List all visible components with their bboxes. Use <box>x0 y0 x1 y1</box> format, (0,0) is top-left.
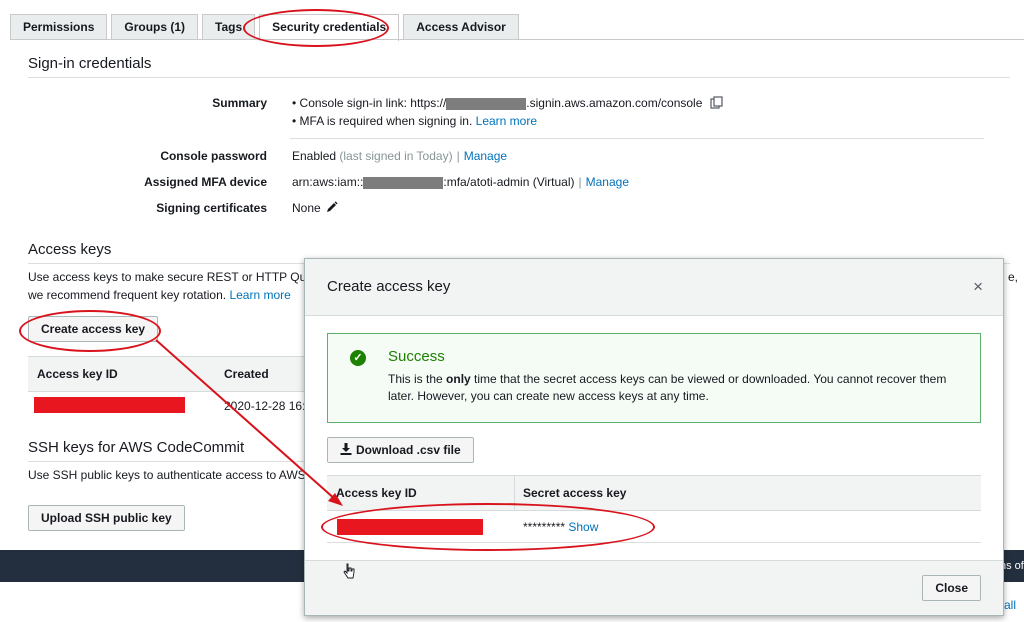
dialog-title: Create access key <box>327 278 451 295</box>
ssh-keys-divider <box>28 461 304 462</box>
mfa-device-value: arn:aws:iam:::mfa/atoti-admin (Virtual) |… <box>292 175 629 189</box>
pencil-icon[interactable] <box>326 201 338 216</box>
column-divider <box>514 476 515 510</box>
alert-text-before: This is the <box>388 372 447 386</box>
separator: | <box>578 175 582 189</box>
alert-text: This is the only time that the secret ac… <box>388 371 958 405</box>
create-access-key-button[interactable]: Create access key <box>28 316 159 342</box>
table-row-divider <box>327 542 981 543</box>
col-new-access-key-id: Access key ID <box>336 486 417 500</box>
signing-certificates-label: Signing certificates <box>156 201 267 215</box>
separator: | <box>456 149 460 163</box>
summary-divider <box>290 138 984 139</box>
alert-text-after: time that the secret access keys can be … <box>388 372 947 403</box>
tab-groups[interactable]: Groups (1) <box>111 14 199 40</box>
download-icon <box>340 439 352 463</box>
console-password-status: Enabled <box>292 149 337 163</box>
access-keys-learn-more-link[interactable]: Learn more <box>229 288 290 302</box>
mfa-arn-suffix: :mfa/atoti-admin (Virtual) <box>443 175 575 189</box>
tab-bar: Permissions Groups (1) Tags Security cre… <box>10 14 523 41</box>
access-keys-title: Access keys <box>28 241 112 258</box>
redacted-account-id <box>446 98 527 110</box>
close-button[interactable]: Close <box>922 575 981 601</box>
mfa-note-item: • MFA is required when signing in. Learn… <box>292 114 537 128</box>
create-access-key-dialog: Create access key × ✓ Success This is th… <box>304 258 1004 616</box>
access-key-created-value: 2020-12-28 16: <box>224 399 306 413</box>
secret-key-mask: ********* <box>523 520 566 534</box>
signin-section-title: Sign-in credentials <box>28 55 152 72</box>
ssh-keys-desc: Use SSH public keys to authenticate acce… <box>28 468 306 482</box>
alert-title: Success <box>388 348 445 365</box>
console-password-label: Console password <box>160 149 267 163</box>
download-label: Download .csv file <box>356 443 461 457</box>
bottom-tail-link[interactable]: all <box>1004 598 1016 612</box>
rotation-note: we recommend frequent key rotation. <box>28 288 227 302</box>
close-icon[interactable]: × <box>973 277 983 297</box>
col-created: Created <box>224 367 269 381</box>
success-alert: ✓ Success This is the only time that the… <box>327 333 981 423</box>
bullet: • <box>292 114 300 128</box>
secret-key-cell: ********* Show <box>523 520 598 534</box>
show-secret-link[interactable]: Show <box>568 520 598 534</box>
tab-tags[interactable]: Tags <box>202 14 256 40</box>
redacted-new-access-key-id <box>337 519 483 535</box>
signin-learn-more-link[interactable]: Learn more <box>476 114 537 128</box>
col-access-key-id: Access key ID <box>37 367 118 381</box>
access-keys-table-header: Access key ID Created <box>28 356 308 392</box>
access-keys-desc-2: we recommend frequent key rotation. Lear… <box>28 288 291 302</box>
console-link-suffix: .signin.aws.amazon.com/console <box>526 96 703 111</box>
redacted-access-key-id <box>34 397 185 413</box>
access-keys-desc-tail: e, <box>1008 270 1019 284</box>
tab-security-credentials[interactable]: Security credentials <box>259 14 400 41</box>
access-keys-desc-1: Use access keys to make secure REST or H… <box>28 270 313 284</box>
new-key-table-header: Access key ID Secret access key <box>327 475 981 511</box>
tab-permissions[interactable]: Permissions <box>10 14 108 40</box>
mouse-cursor-icon <box>343 563 355 582</box>
dialog-header: Create access key × <box>305 259 1003 316</box>
signing-certificates-none: None <box>292 201 321 215</box>
copy-icon[interactable] <box>710 96 724 112</box>
ssh-keys-title: SSH keys for AWS CodeCommit <box>28 439 245 456</box>
mfa-device-label: Assigned MFA device <box>144 175 267 189</box>
console-link-item: • Console sign-in link: https:// .signin.… <box>292 96 724 112</box>
console-link-prefix: Console sign-in link: https:// <box>299 96 447 111</box>
bullet: • <box>292 96 300 111</box>
check-circle-icon: ✓ <box>350 350 366 366</box>
manage-password-link[interactable]: Manage <box>464 149 507 163</box>
redacted-account-id <box>363 176 444 189</box>
alert-text-bold: only <box>446 372 471 386</box>
mfa-arn-prefix: arn:aws:iam:: <box>292 175 364 189</box>
tab-divider <box>10 39 1024 40</box>
manage-mfa-link[interactable]: Manage <box>586 175 629 189</box>
last-signed-in-note: (last signed in Today) <box>339 149 453 163</box>
signing-certificates-value: None <box>292 201 338 216</box>
dialog-footer: Close <box>305 560 1003 615</box>
console-password-value: Enabled (last signed in Today) | Manage <box>292 149 507 163</box>
signin-divider <box>28 77 1010 78</box>
download-csv-button[interactable]: Download .csv file <box>327 437 474 463</box>
upload-ssh-key-button[interactable]: Upload SSH public key <box>28 505 185 531</box>
mfa-note: MFA is required when signing in. <box>299 114 473 128</box>
summary-label: Summary <box>212 96 267 110</box>
tab-access-advisor[interactable]: Access Advisor <box>403 14 519 40</box>
col-secret-access-key: Secret access key <box>523 486 627 500</box>
